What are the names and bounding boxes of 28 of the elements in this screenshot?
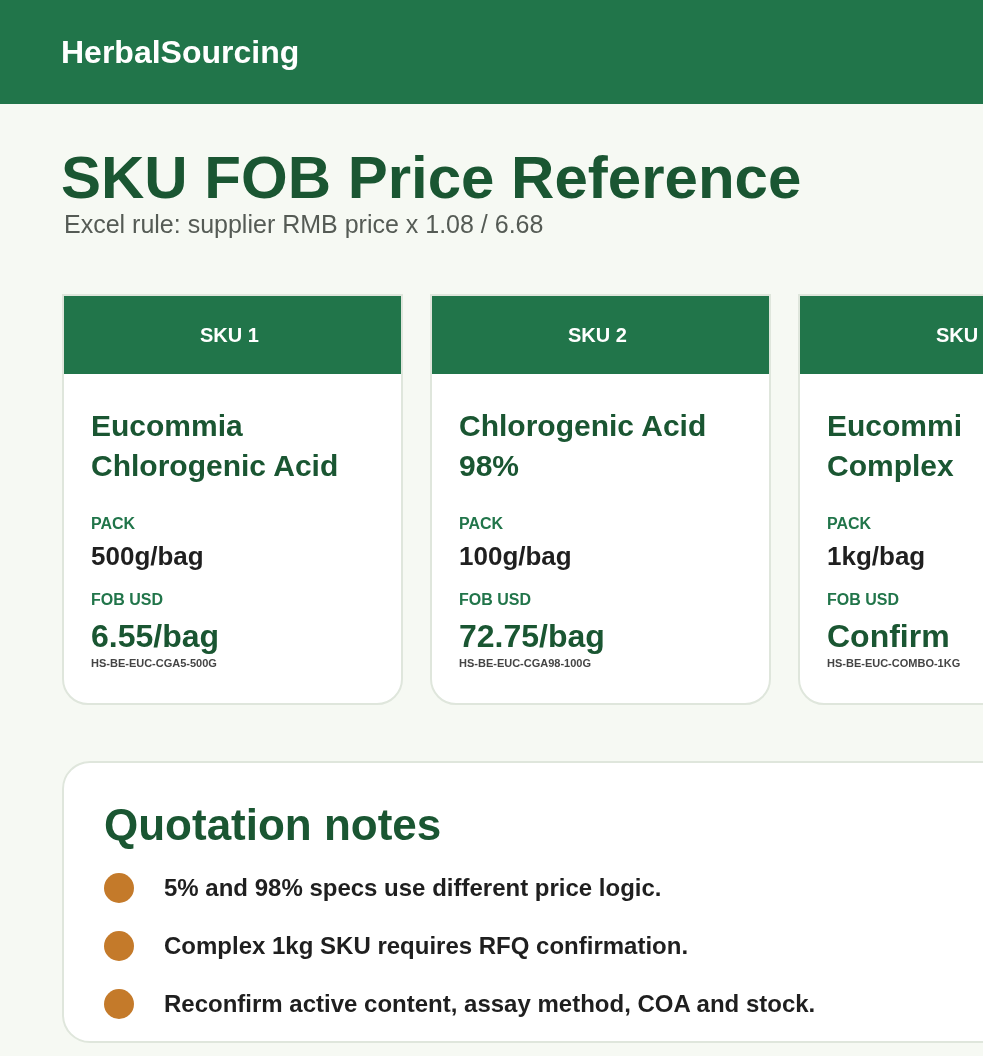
fob-price: 72.75/bag: [459, 618, 606, 654]
sku-label: SKU 2: [568, 323, 627, 348]
product-name: Chlorogenic Acid 98%: [459, 408, 708, 484]
sku-code: HS-BE-EUC-CGA5-500G: [91, 656, 218, 670]
pack-value: 500g/bag: [91, 540, 205, 572]
page-subtitle: Excel rule: supplier RMB price x 1.08 / 6.68: [63, 210, 545, 238]
sku-label: SKU 1: [200, 323, 259, 348]
pack-label: PACK: [459, 514, 505, 534]
sku-label: SKU: [936, 323, 979, 348]
note-text: Complex 1kg SKU requires RFQ confirmation.: [164, 931, 689, 961]
sku-code: HS-BE-EUC-COMBO-1KG: [827, 656, 962, 670]
fob-price: 6.55/bag: [91, 618, 221, 654]
fob-label: FOB USD: [827, 590, 900, 610]
brand-name[interactable]: HerbalSourcing: [61, 28, 300, 76]
note-text: 5% and 98% specs use different price logic.: [164, 873, 662, 903]
fob-label: FOB USD: [91, 590, 164, 610]
sku-code: HS-BE-EUC-CGA98-100G: [459, 656, 593, 670]
note-text: Reconfirm active content, assay method, COA and stock.: [164, 989, 816, 1019]
pack-label: PACK: [827, 514, 873, 534]
product-name: Eucommi Complex: [827, 408, 964, 484]
notes-title: Quotation notes: [104, 799, 443, 851]
pack-value: 100g/bag: [459, 540, 573, 572]
pack-value: 1kg/bag: [827, 540, 927, 572]
fob-price: Confirm: [827, 618, 951, 654]
page-title: SKU FOB Price Reference: [61, 146, 803, 210]
fob-label: FOB USD: [459, 590, 532, 610]
product-name: Eucommia Chlorogenic Acid: [91, 408, 340, 484]
pack-label: PACK: [91, 514, 137, 534]
